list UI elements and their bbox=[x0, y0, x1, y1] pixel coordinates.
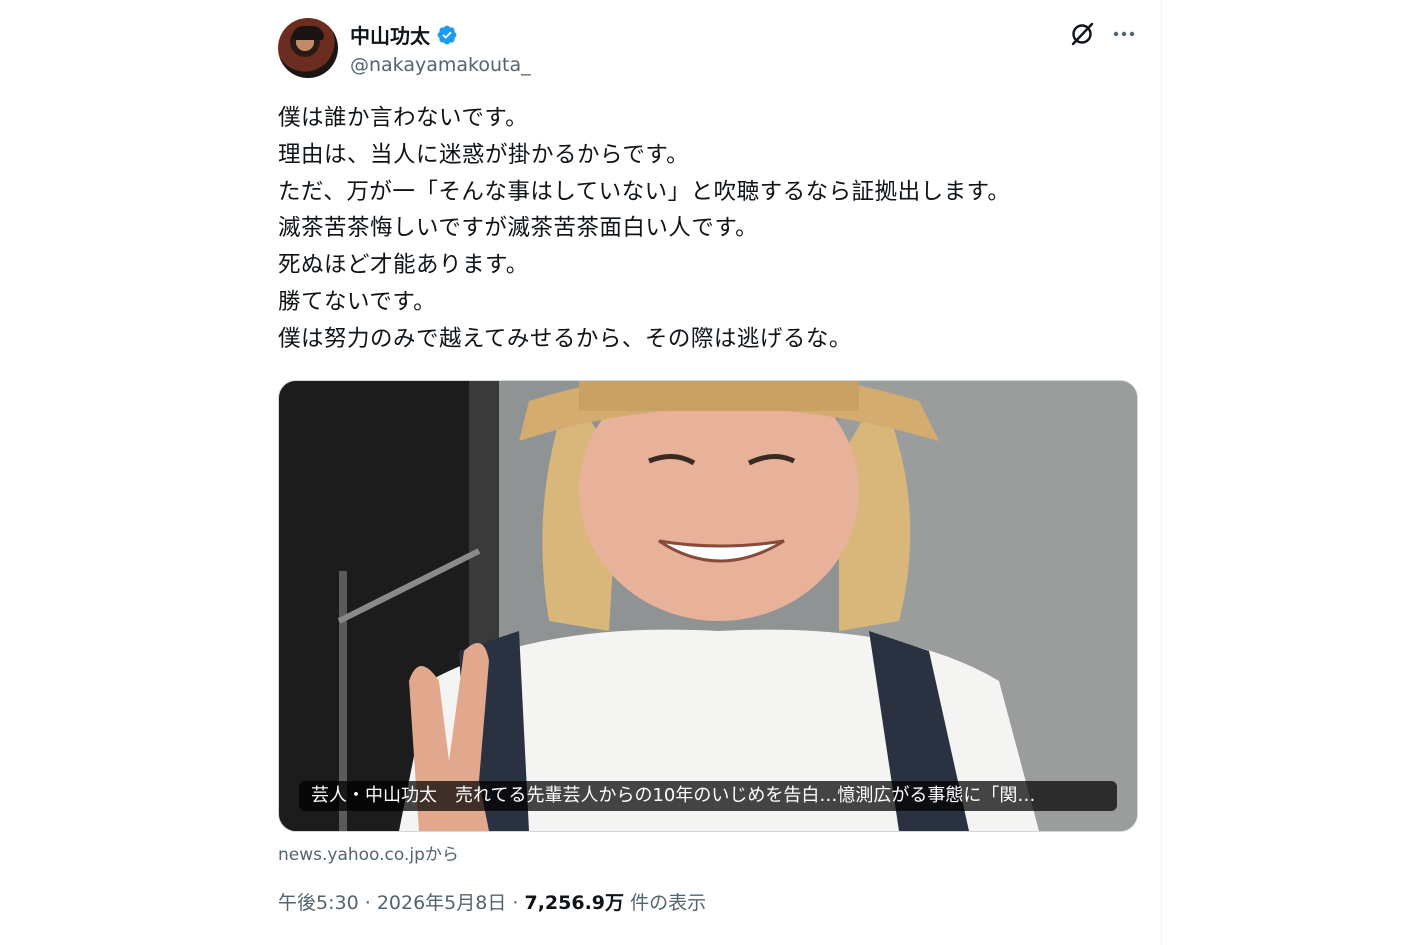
author-display-name[interactable]: 中山功太 bbox=[350, 20, 430, 49]
meta-separator: · bbox=[364, 892, 371, 914]
tweet-date[interactable]: 2026年5月8日 bbox=[377, 892, 507, 914]
views-label: 件の表示 bbox=[630, 892, 707, 914]
tweet-line: 僕は努力のみで越えてみせるから、その際は逃げるな。 bbox=[278, 325, 852, 352]
tweet-time[interactable]: 午後5:30 bbox=[278, 892, 359, 914]
link-card-source[interactable]: news.yahoo.co.jpから bbox=[278, 840, 459, 865]
grok-icon[interactable] bbox=[1068, 20, 1096, 48]
link-card-image bbox=[279, 381, 1137, 831]
tweet-line: 滅茶苦茶悔しいですが滅茶苦茶面白い人です。 bbox=[278, 215, 759, 242]
author-handle[interactable]: @nakayamakouta_ bbox=[350, 54, 531, 76]
author-name-row: 中山功太 bbox=[350, 20, 458, 49]
verified-badge-icon bbox=[437, 25, 457, 44]
meta-separator: · bbox=[512, 892, 519, 914]
more-icon[interactable] bbox=[1110, 20, 1138, 48]
link-card[interactable]: 芸人・中山功太 売れてる先輩芸人からの10年のいじめを告白…憶測広がる事態に「関… bbox=[278, 380, 1138, 832]
avatar[interactable] bbox=[278, 18, 338, 78]
tweet-line: ただ、万が一「そんな事はしていない」と吹聴するなら証拠出します。 bbox=[278, 178, 1011, 205]
tweet-line: 理由は、当人に迷惑が掛かるからです。 bbox=[278, 141, 690, 168]
tweet-meta: 午後5:30 · 2026年5月8日 · 7,256.9万 件の表示 bbox=[278, 888, 706, 915]
tweet-text: 僕は誰か言わないです。 理由は、当人に迷惑が掛かるからです。 ただ、万が一「そん… bbox=[278, 100, 1138, 358]
tweet-line: 死ぬほど才能あります。 bbox=[278, 252, 529, 279]
link-card-caption[interactable]: 芸人・中山功太 売れてる先輩芸人からの10年のいじめを告白…憶測広がる事態に「関… bbox=[299, 781, 1117, 811]
views-count: 7,256.9万 bbox=[524, 892, 625, 914]
tweet-line: 僕は誰か言わないです。 bbox=[278, 105, 529, 131]
tweet-line: 勝てないです。 bbox=[278, 288, 437, 315]
tweet-card: 中山功太 @nakayamakouta_ 僕は誰か言わないです。 理由は、当人に… bbox=[262, 0, 1162, 945]
